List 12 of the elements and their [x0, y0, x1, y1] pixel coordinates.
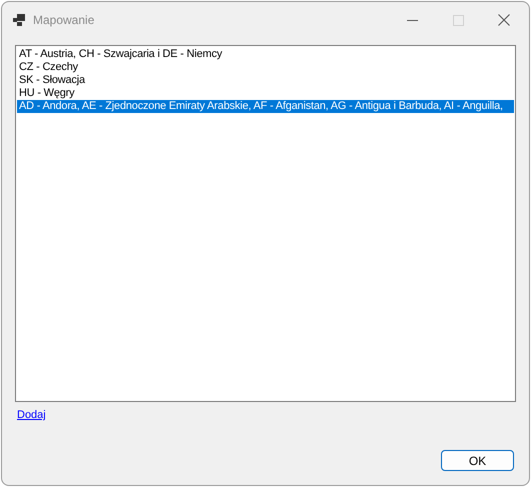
window-title: Mapowanie: [33, 12, 94, 29]
add-link[interactable]: Dodaj: [17, 407, 46, 424]
ok-button[interactable]: OK: [441, 450, 514, 471]
list-item[interactable]: AD - Andora, AE - Zjednoczone Emiraty Arabskie, AF - Afganistan, AG - Antigua i Barbuda, AI - Anguilla,: [17, 100, 514, 113]
list-item[interactable]: HU - Węgry: [17, 87, 514, 100]
list-item[interactable]: SK - Słowacja: [17, 74, 514, 87]
list-box[interactable]: AT - Austria, CH - Szwajcaria i DE - Niemcy CZ - Czechy SK - Słowacja HU - Węgry AD - Andora, AE - Zjednoczone Emiraty Arabskie, AF - Afganistan, AG - Antigua i Barbuda, AI - Anguilla,: [15, 45, 516, 402]
close-icon: [498, 14, 510, 26]
list-item[interactable]: CZ - Czechy: [17, 61, 514, 74]
app-icon: [13, 14, 25, 26]
list-item[interactable]: AT - Austria, CH - Szwajcaria i DE - Niemcy: [17, 48, 514, 61]
maximize-icon: [452, 14, 464, 26]
